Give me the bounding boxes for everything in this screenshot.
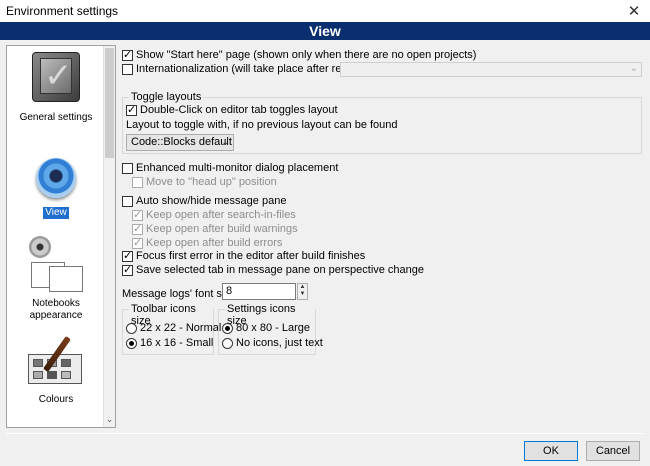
layout-select[interactable]: Code::Blocks default ⌄: [126, 134, 234, 151]
double-click-toggle-checkbox[interactable]: [126, 103, 137, 116]
option-label: 22 x 22 - Normal: [140, 322, 222, 334]
auto-show-hide-checkbox[interactable]: [122, 195, 133, 207]
category-general-settings[interactable]: ✓ General settings: [9, 50, 103, 124]
window-title: Environment settings: [6, 4, 119, 18]
chevron-down-icon[interactable]: ⌄: [104, 414, 115, 425]
keep-open-errors-checkbox: [132, 236, 143, 249]
category-list[interactable]: ✓ General settings View Notebooks appear…: [6, 45, 116, 428]
option-label: Save selected tab in message pane on per…: [136, 264, 425, 276]
double-click-toggle-option[interactable]: Double-Click on editor tab toggles layou…: [126, 103, 338, 117]
dialog-body: ✓ General settings View Notebooks appear…: [0, 40, 650, 466]
group-title: Toggle layouts: [129, 91, 204, 103]
toolbar-icons-small-option[interactable]: 16 x 16 - Small: [126, 336, 213, 350]
keep-open-warnings-option: Keep open after build warnings: [132, 222, 298, 236]
focus-first-error-checkbox[interactable]: [122, 249, 133, 262]
option-label: Keep open after build errors: [146, 237, 283, 249]
cancel-button[interactable]: Cancel: [586, 441, 640, 461]
option-label: No icons, just text: [236, 337, 323, 349]
keep-open-search-option: Keep open after search-in-files: [132, 208, 296, 222]
category-label: General settings: [19, 112, 93, 123]
save-selected-tab-checkbox[interactable]: [122, 263, 133, 276]
option-label: Focus first error in the editor after bu…: [136, 250, 366, 262]
multi-monitor-checkbox[interactable]: [122, 162, 133, 174]
close-icon[interactable]: ✕: [626, 2, 642, 20]
page-header: View: [0, 22, 650, 40]
footer-divider: [6, 433, 644, 434]
option-label: Enhanced multi-monitor dialog placement: [136, 162, 339, 174]
view-eye-icon: [36, 158, 76, 198]
head-up-checkbox: [132, 176, 143, 188]
show-start-here-checkbox[interactable]: [122, 48, 133, 61]
ok-button[interactable]: OK: [524, 441, 578, 461]
colours-palette-icon: [26, 334, 86, 388]
auto-show-hide-option[interactable]: Auto show/hide message pane: [122, 194, 286, 208]
font-size-spinner[interactable]: ▲ ▼: [297, 283, 308, 300]
keep-open-errors-option: Keep open after build errors: [132, 236, 282, 250]
focus-first-error-option[interactable]: Focus first error in the editor after bu…: [122, 249, 365, 263]
option-label: Move to "head up" position: [146, 176, 277, 188]
settings-icons-large-option[interactable]: 80 x 80 - Large: [222, 321, 310, 335]
general-settings-icon: ✓: [30, 50, 82, 106]
settings-icons-none-radio[interactable]: [222, 337, 233, 349]
option-label: 80 x 80 - Large: [236, 322, 310, 334]
option-label: Auto show/hide message pane: [136, 195, 287, 207]
save-selected-tab-option[interactable]: Save selected tab in message pane on per…: [122, 263, 424, 277]
title-bar: Environment settings ✕: [0, 0, 650, 22]
toolbar-icons-normal-radio[interactable]: [126, 322, 137, 334]
option-label: 16 x 16 - Small: [140, 337, 214, 349]
show-start-here-option[interactable]: Show "Start here" page (shown only when …: [122, 48, 476, 62]
category-label: Colours: [38, 394, 74, 405]
option-label: Show "Start here" page (shown only when …: [136, 49, 477, 61]
option-label: Internationalization (will take place af…: [136, 63, 367, 75]
notebooks-icon: [25, 236, 87, 294]
toolbar-icons-small-radio[interactable]: [126, 337, 137, 349]
page-title: View: [309, 23, 341, 39]
chevron-down-icon: ⌄: [221, 137, 229, 147]
category-notebooks-appearance[interactable]: Notebooks appearance: [9, 236, 103, 322]
category-view[interactable]: View: [9, 158, 103, 219]
option-label: Keep open after search-in-files: [146, 209, 296, 221]
option-label: Double-Click on editor tab toggles layou…: [140, 104, 338, 116]
internationalization-checkbox[interactable]: [122, 63, 133, 75]
head-up-option: Move to "head up" position: [132, 175, 277, 189]
font-size-input[interactable]: 8: [222, 283, 296, 300]
chevron-down-icon: ⌄: [629, 63, 638, 74]
language-select: ⌄: [340, 62, 642, 77]
settings-icons-large-radio[interactable]: [222, 322, 233, 334]
multi-monitor-option[interactable]: Enhanced multi-monitor dialog placement: [122, 161, 338, 175]
category-colours[interactable]: Colours: [9, 334, 103, 406]
category-label: Notebooks appearance: [29, 298, 83, 321]
option-label: Keep open after build warnings: [146, 223, 298, 235]
layout-to-toggle-label: Layout to toggle with, if no previous la…: [126, 119, 398, 131]
keep-open-search-checkbox: [132, 208, 143, 221]
toolbar-icons-normal-option[interactable]: 22 x 22 - Normal: [126, 321, 221, 335]
settings-icons-none-option[interactable]: No icons, just text: [222, 336, 323, 350]
scrollbar-thumb[interactable]: [105, 48, 114, 158]
category-label: View: [43, 207, 69, 219]
category-list-scrollbar[interactable]: ⌄: [103, 46, 115, 427]
keep-open-warnings-checkbox: [132, 222, 143, 235]
internationalization-option[interactable]: Internationalization (will take place af…: [122, 62, 367, 76]
